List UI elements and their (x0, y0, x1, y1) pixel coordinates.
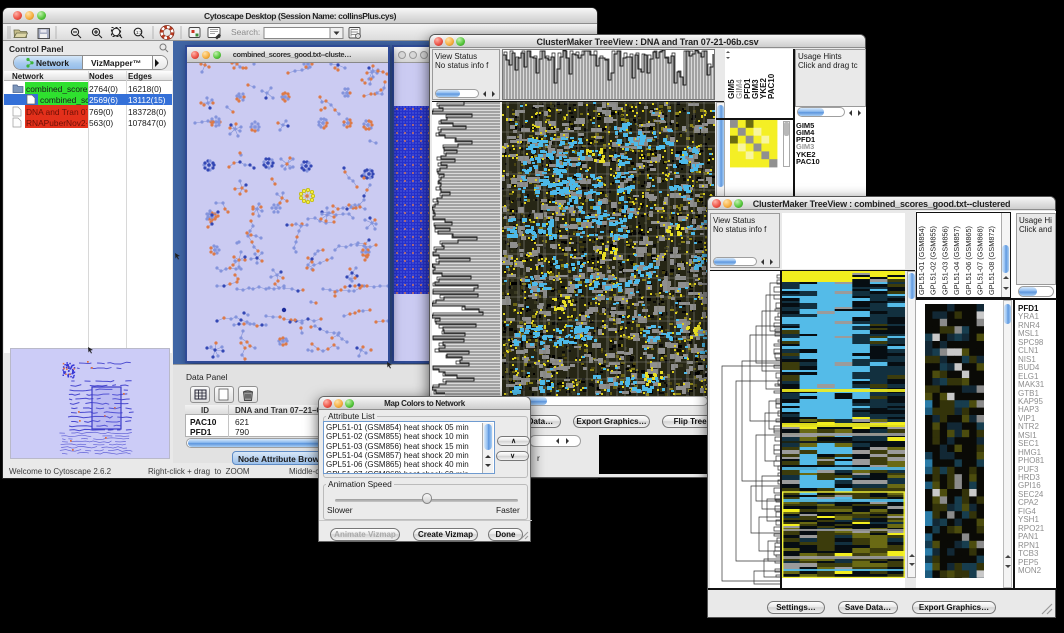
svg-text:1:1: 1:1 (136, 30, 143, 35)
svg-text:Search:: Search: (231, 27, 260, 37)
